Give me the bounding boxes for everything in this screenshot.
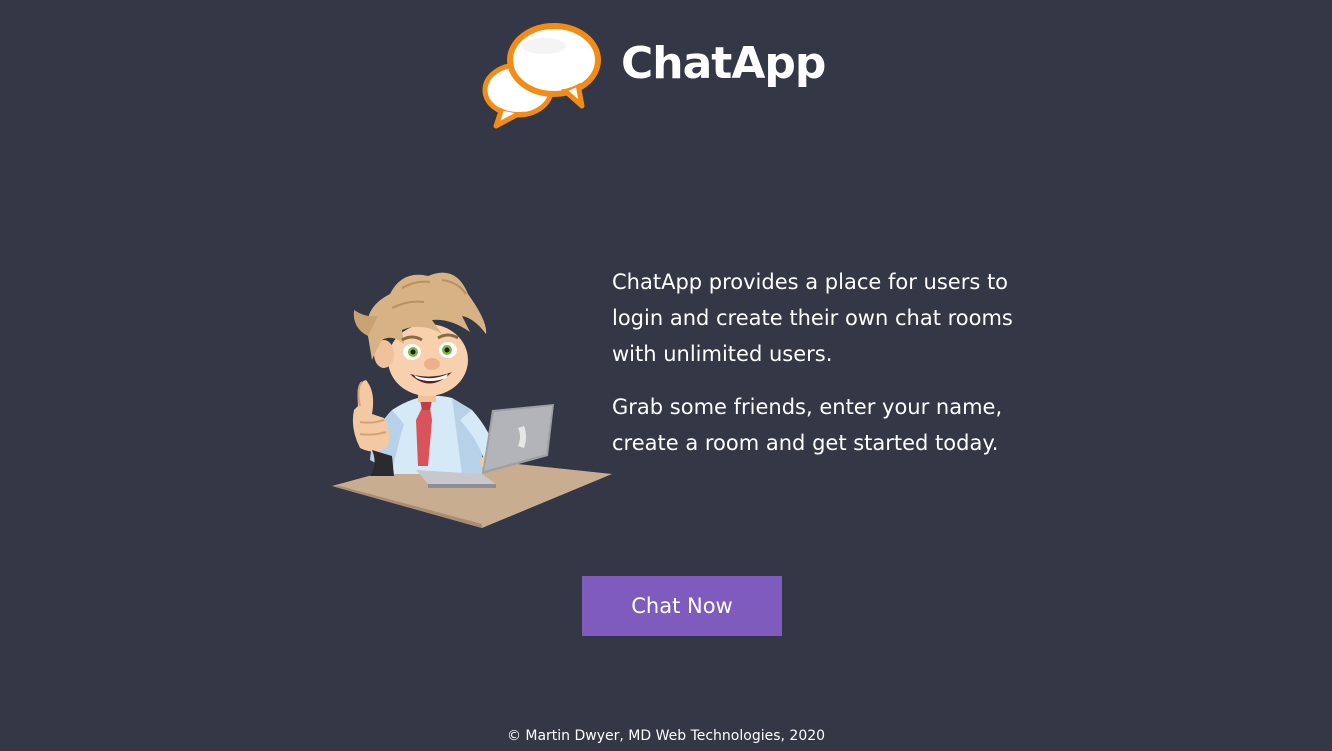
header: ChatApp [482, 22, 842, 132]
brand-name: ChatApp [621, 38, 826, 89]
hero-paragraph-1: ChatApp provides a place for users to lo… [612, 270, 1013, 366]
landing-page: ChatApp ChatApp provides a place for use… [0, 0, 1332, 751]
hero-paragraph-2: Grab some friends, enter your name, crea… [612, 395, 1003, 455]
chat-bubbles-icon [482, 23, 601, 129]
hero-description: ChatApp provides a place for users to lo… [612, 264, 1032, 461]
man-at-laptop-illustration [332, 272, 612, 528]
footer-copyright: © Martin Dwyer, MD Web Technologies, 202… [506, 728, 826, 744]
chat-now-button[interactable]: Chat Now [582, 576, 782, 636]
